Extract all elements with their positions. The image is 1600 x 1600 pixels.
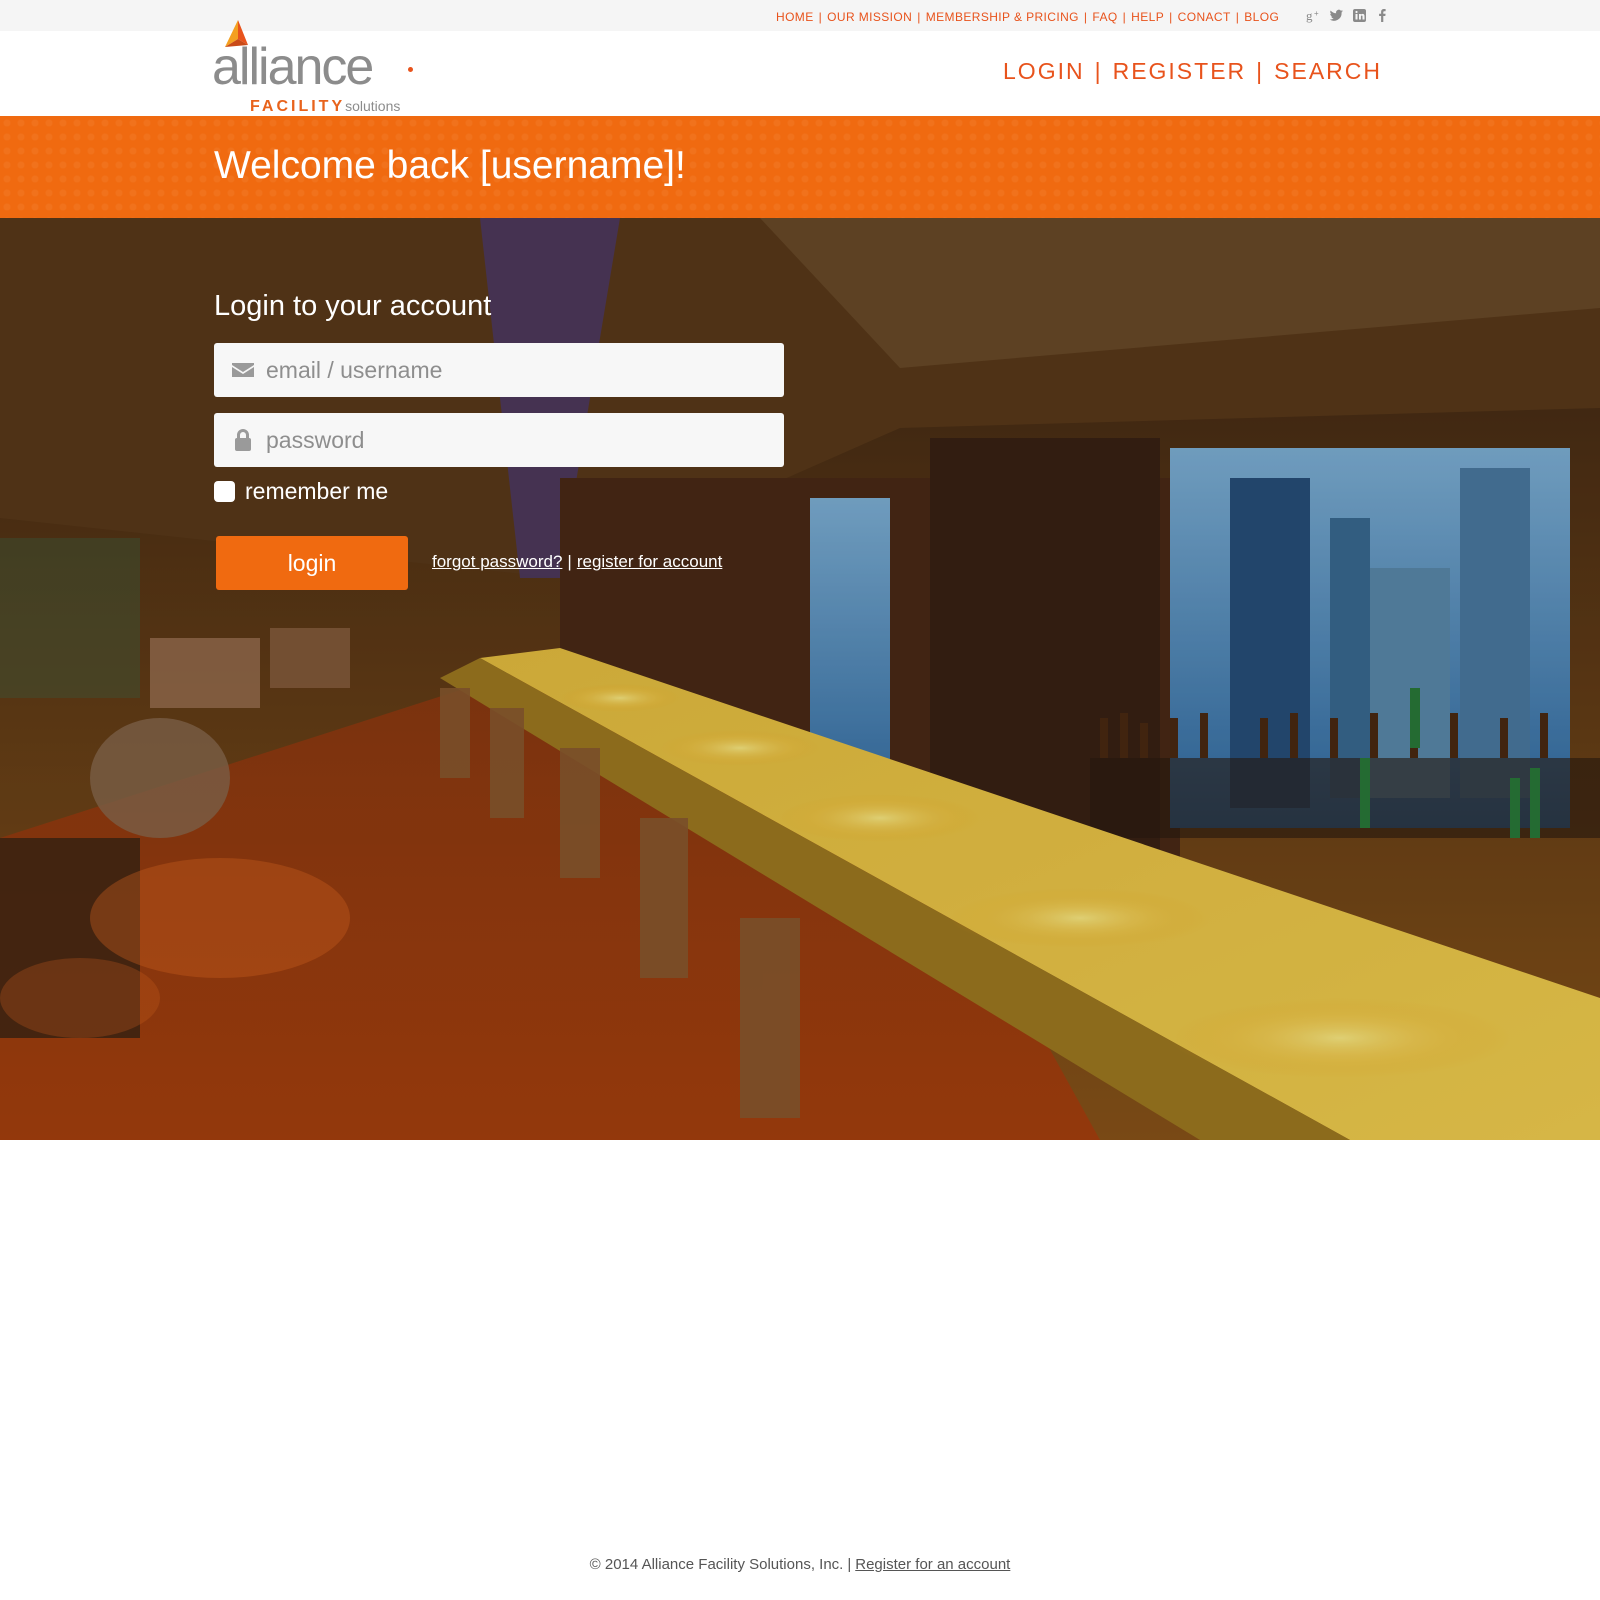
logo-subtitle: FACILITYsolutions <box>250 99 400 115</box>
google-plus-icon[interactable]: g + <box>1306 8 1321 23</box>
welcome-banner: Welcome back [username]! <box>0 116 1600 218</box>
main-nav: LOGIN | REGISTER | SEARCH <box>1003 58 1382 85</box>
util-nav-separator: | <box>1169 10 1173 24</box>
util-nav-help[interactable]: HELP <box>1131 10 1164 24</box>
email-field[interactable] <box>214 343 784 397</box>
remember-me-checkbox[interactable] <box>214 481 235 502</box>
util-nav-separator: | <box>1235 10 1240 24</box>
logo-facility: FACILITY <box>250 98 346 115</box>
login-links: forgot password? | register for account <box>432 552 722 572</box>
login-title: Login to your account <box>214 290 492 322</box>
linkedin-icon[interactable] <box>1352 8 1367 23</box>
util-nav-home[interactable]: HOME <box>776 10 814 24</box>
svg-text:g: g <box>1306 8 1313 23</box>
social-links: g + <box>1306 8 1390 23</box>
util-nav-faq[interactable]: FAQ <box>1092 10 1117 24</box>
email-input[interactable] <box>266 343 766 397</box>
logo-solutions: solutions <box>345 98 401 114</box>
site-header: alliance FACILITYsolutions LOGIN | REGIS… <box>0 20 1600 116</box>
nav-search-link[interactable]: SEARCH <box>1274 58 1382 85</box>
remember-me-label[interactable]: remember me <box>245 478 388 505</box>
welcome-heading: Welcome back [username]! <box>214 144 686 187</box>
login-button[interactable]: login <box>216 536 408 590</box>
main-nav-separator: | <box>1094 58 1103 84</box>
login-links-separator: | <box>567 552 572 571</box>
forgot-password-link[interactable]: forgot password? <box>432 552 562 571</box>
logo-dot <box>408 67 413 72</box>
utility-nav: HOME | OUR MISSION | MEMBERSHIP & PRICIN… <box>776 10 1279 24</box>
alliance-logo[interactable]: alliance FACILITYsolutions <box>212 17 416 117</box>
util-nav-separator: | <box>1122 10 1127 24</box>
register-for-account-link[interactable]: register for account <box>577 552 723 571</box>
footer-register-link[interactable]: Register for an account <box>855 1556 1010 1573</box>
hero-section: Login to your account remember me login … <box>0 218 1600 1140</box>
util-nav-separator: | <box>818 10 823 24</box>
logo-word: alliance <box>212 38 374 96</box>
util-nav-separator: | <box>917 10 921 24</box>
remember-me: remember me <box>214 478 388 505</box>
nav-register-link[interactable]: REGISTER <box>1113 58 1247 85</box>
util-nav-contact[interactable]: CONACT <box>1178 10 1231 24</box>
util-nav-blog[interactable]: BLOG <box>1244 10 1279 24</box>
util-nav-separator: | <box>1083 10 1088 24</box>
main-nav-separator: | <box>1256 58 1265 84</box>
envelope-icon <box>232 363 254 377</box>
util-nav-membership-pricing[interactable]: MEMBERSHIP & PRICING <box>926 10 1079 24</box>
svg-text:+: + <box>1314 9 1319 18</box>
password-field[interactable] <box>214 413 784 467</box>
footer-copyright: © 2014 Alliance Facility Solutions, Inc. <box>589 1556 844 1573</box>
footer-separator: | <box>847 1556 852 1573</box>
util-nav-our-mission[interactable]: OUR MISSION <box>827 10 912 24</box>
lock-icon <box>235 429 251 451</box>
site-footer: © 2014 Alliance Facility Solutions, Inc.… <box>0 1556 1600 1573</box>
twitter-icon[interactable] <box>1329 8 1344 23</box>
password-input[interactable] <box>266 413 766 467</box>
nav-login-link[interactable]: LOGIN <box>1003 58 1085 85</box>
facebook-icon[interactable] <box>1375 8 1390 23</box>
